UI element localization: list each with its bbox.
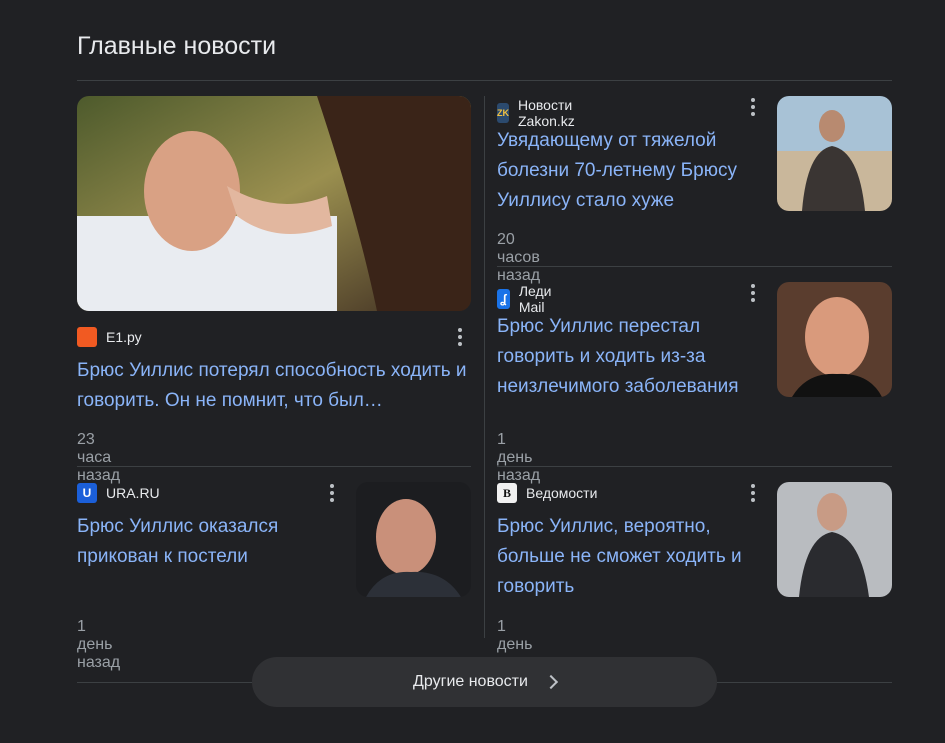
- e1-logo-icon: [77, 327, 97, 347]
- news-headline[interactable]: Брюс Уиллис оказался прикован к постели: [77, 512, 345, 572]
- divider: [497, 266, 892, 267]
- news-time: 20 часов назад: [497, 231, 541, 284]
- news-time: 23 часа назад: [77, 431, 121, 484]
- news-thumbnail[interactable]: [777, 96, 892, 211]
- news-headline[interactable]: Брюс Уиллис потерял способность ходить и…: [77, 356, 477, 416]
- news-source: U URA.RU: [77, 483, 160, 503]
- lady-mail-logo-icon: ʆ: [497, 289, 510, 309]
- news-thumbnail[interactable]: [777, 482, 892, 597]
- news-source: B Ведомости: [497, 483, 597, 503]
- news-time: 1 день назад: [77, 618, 121, 671]
- vedomosti-logo-icon: B: [497, 483, 517, 503]
- more-options-icon[interactable]: [745, 482, 761, 504]
- news-headline[interactable]: Брюс Уиллис перестал говорить и ходить и…: [497, 312, 765, 402]
- news-source: ʆ Леди Mail: [497, 283, 559, 315]
- more-news-button[interactable]: Другие новости: [252, 657, 717, 707]
- news-headline[interactable]: Брюс Уиллис, вероятно, больше не сможет …: [497, 512, 765, 602]
- divider: [497, 466, 892, 467]
- news-thumbnail[interactable]: [356, 482, 471, 597]
- news-thumbnail[interactable]: [777, 282, 892, 397]
- news-headline[interactable]: Увядающему от тяжелой болезни 70-летнему…: [497, 126, 765, 216]
- more-options-icon[interactable]: [745, 96, 761, 118]
- chevron-right-icon: [543, 674, 559, 690]
- news-time: 1 день назад: [497, 431, 541, 484]
- zakon-kz-logo-icon: ZK: [497, 103, 509, 123]
- more-options-icon[interactable]: [745, 282, 761, 304]
- more-options-icon[interactable]: [452, 326, 468, 348]
- news-source: ZK Новости Zakon.kz: [497, 97, 575, 129]
- news-source: E1.ру: [77, 327, 142, 347]
- divider: [77, 80, 892, 81]
- ura-ru-logo-icon: U: [77, 483, 97, 503]
- column-divider: [484, 96, 485, 638]
- section-title: Главные новости: [77, 32, 277, 60]
- more-options-icon[interactable]: [324, 482, 340, 504]
- news-thumbnail[interactable]: [77, 96, 471, 311]
- divider: [77, 466, 471, 467]
